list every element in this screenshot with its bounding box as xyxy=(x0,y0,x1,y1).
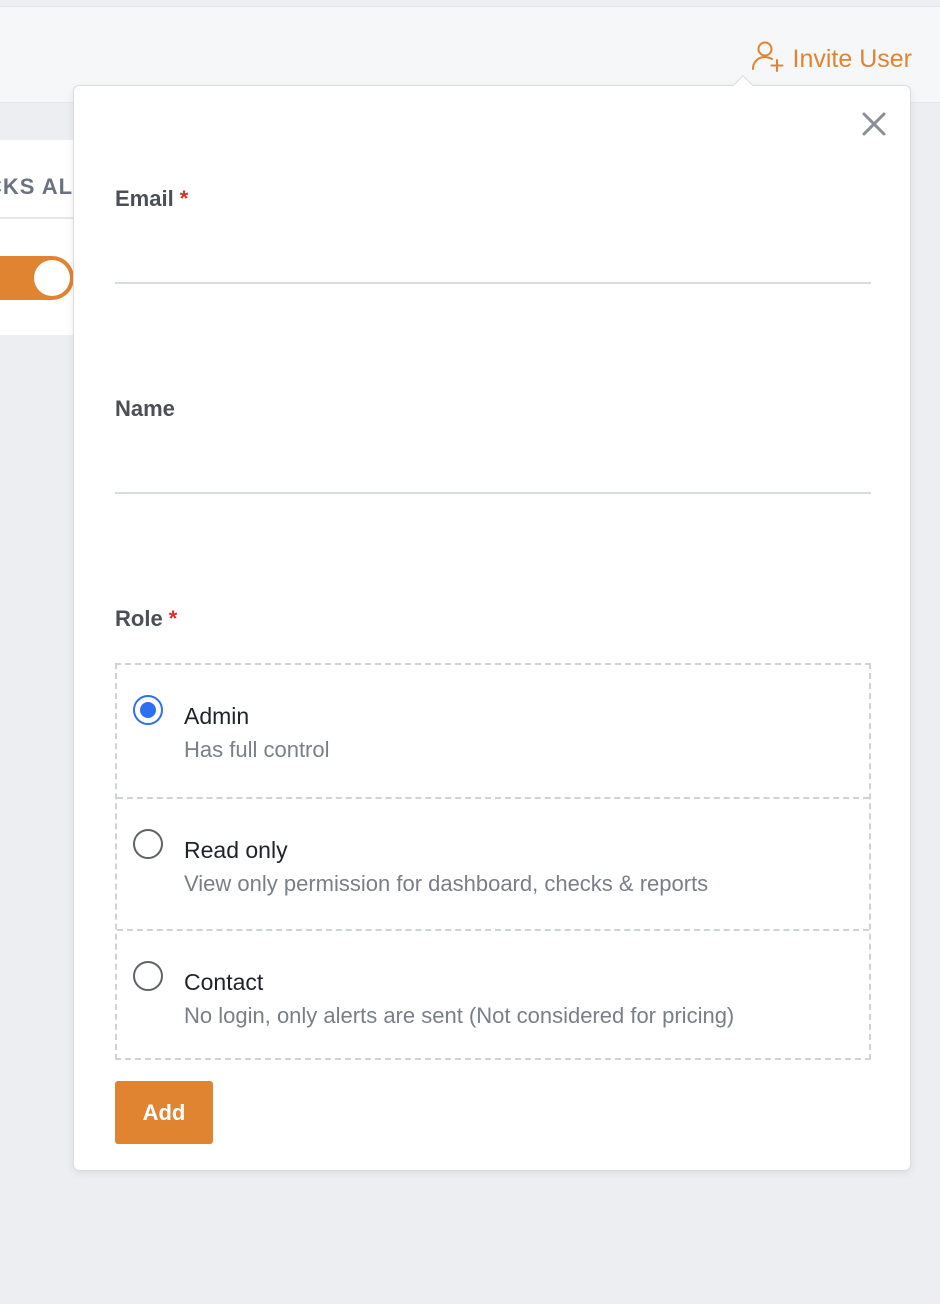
add-button[interactable]: Add xyxy=(115,1081,213,1144)
alert-toggle[interactable] xyxy=(0,256,74,300)
invite-user-popover: Email * Name Role * Admin Has full control… xyxy=(73,75,911,1171)
role-description: View only permission for dashboard, chec… xyxy=(184,871,709,896)
role-label-text: Role xyxy=(115,606,163,631)
role-title: Contact xyxy=(184,969,264,995)
email-required-mark: * xyxy=(179,186,189,211)
role-title: Admin xyxy=(184,703,250,729)
radio-contact[interactable] xyxy=(133,961,163,991)
role-description: Has full control xyxy=(184,737,330,762)
name-input[interactable] xyxy=(115,444,871,494)
radio-read-only[interactable] xyxy=(133,829,163,859)
background-section-heading: CKS AL xyxy=(0,174,74,199)
close-button[interactable] xyxy=(860,110,888,138)
role-title: Read only xyxy=(184,837,288,863)
email-label: Email * xyxy=(115,186,188,212)
role-options: Admin Has full control Read only View on… xyxy=(115,663,871,1060)
radio-admin[interactable] xyxy=(133,695,163,725)
name-label: Name xyxy=(115,396,175,421)
role-option-contact[interactable]: Contact No login, only alerts are sent (… xyxy=(117,929,869,1061)
toggle-knob xyxy=(34,260,70,296)
role-option-read-only[interactable]: Read only View only permission for dashb… xyxy=(117,797,869,929)
invite-user-label: Invite User xyxy=(792,44,912,73)
email-label-text: Email xyxy=(115,186,174,211)
page: Invite User CKS AL Email* Name Role* Adm… xyxy=(0,0,940,1304)
role-required-mark: * xyxy=(168,606,178,631)
role-label: Role * xyxy=(115,606,177,632)
role-description: No login, only alerts are sent (Not cons… xyxy=(184,1003,735,1028)
user-plus-icon xyxy=(751,39,785,80)
invite-user-button[interactable]: Invite User xyxy=(751,39,912,79)
close-icon xyxy=(862,112,886,136)
role-option-admin[interactable]: Admin Has full control xyxy=(117,665,869,797)
email-input[interactable] xyxy=(115,234,871,284)
top-edge xyxy=(0,0,940,7)
